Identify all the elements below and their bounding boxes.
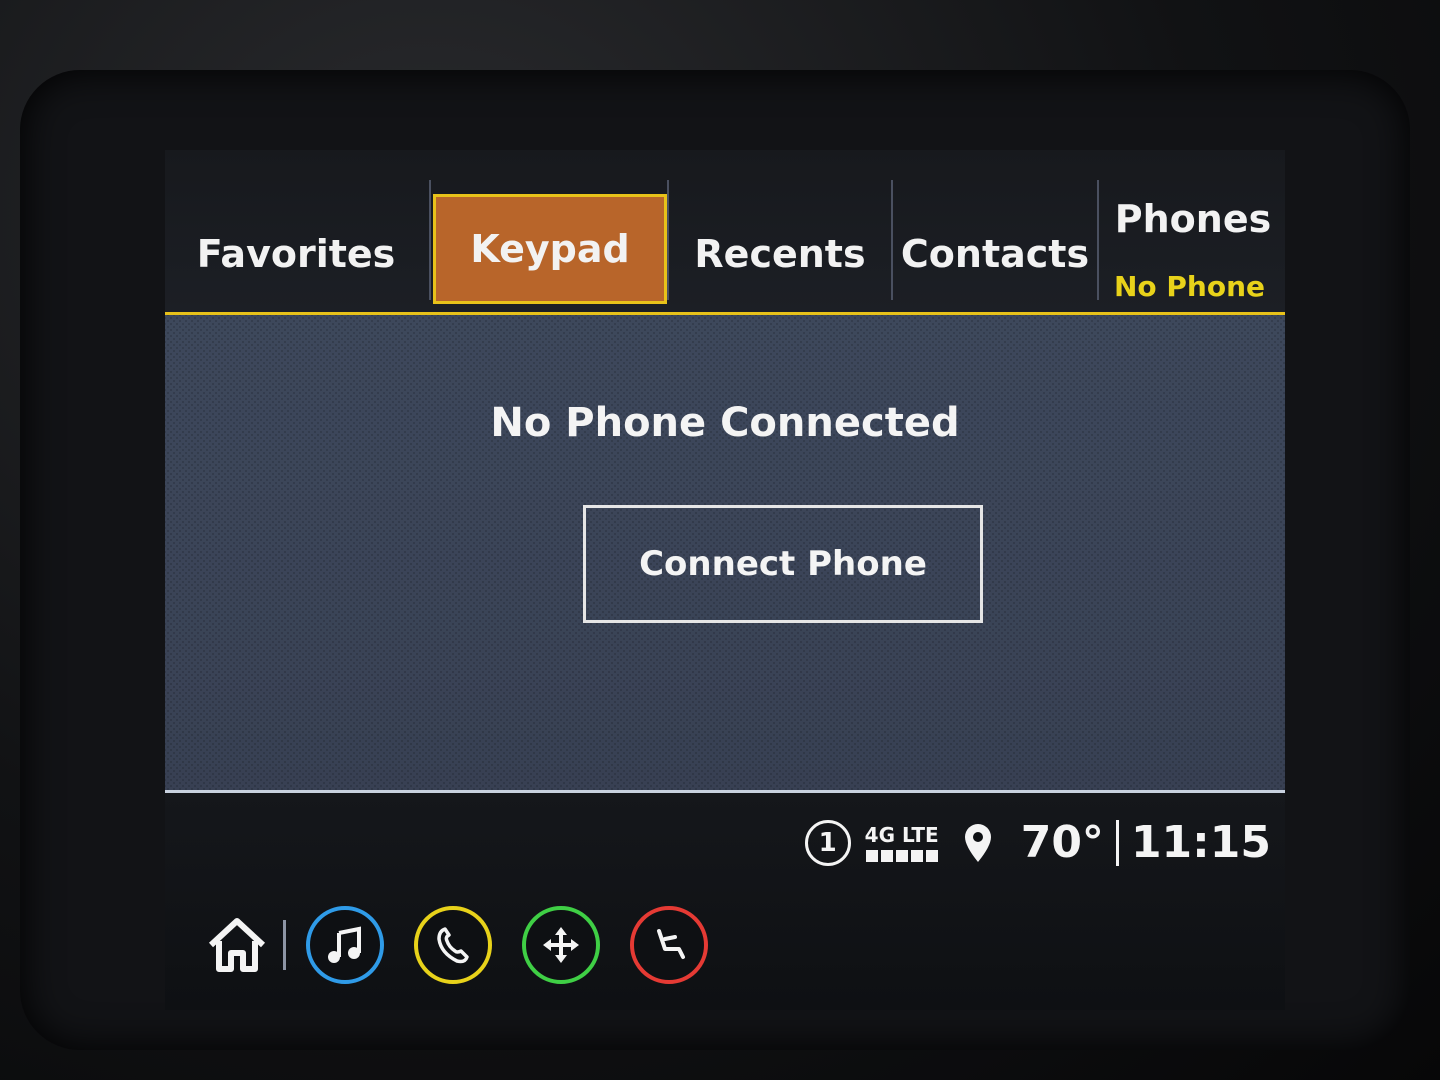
tab-phones[interactable]: Phones — [1101, 174, 1285, 264]
tab-recents[interactable]: Recents — [671, 208, 889, 300]
tab-separator — [429, 180, 431, 300]
tab-keypad[interactable]: Keypad — [433, 194, 667, 304]
tab-favorites[interactable]: Favorites — [165, 208, 427, 300]
dock-separator — [283, 920, 286, 970]
outside-temperature: 70° — [1020, 817, 1104, 868]
no-phone-message: No Phone Connected — [490, 400, 960, 446]
notification-count-badge[interactable]: 1 — [804, 819, 851, 866]
location-pin-icon — [964, 823, 991, 862]
navigation-icon — [543, 927, 579, 963]
navigation-app-button[interactable] — [522, 906, 600, 984]
home-icon[interactable] — [205, 915, 269, 975]
music-icon — [328, 926, 361, 963]
app-dock — [205, 906, 738, 984]
tab-separator — [1097, 180, 1099, 300]
signal-strength-icon — [865, 850, 938, 862]
status-separator — [1115, 819, 1119, 866]
phone-icon — [437, 927, 469, 964]
tab-separator — [667, 180, 669, 300]
connect-phone-button[interactable]: Connect Phone — [583, 505, 983, 623]
climate-seat-icon — [657, 929, 685, 959]
phone-tab-bar: Favorites Keypad Recents Contacts Phones… — [165, 150, 1285, 315]
clock: 11:15 — [1130, 817, 1271, 868]
phone-app-button[interactable] — [414, 906, 492, 984]
infotainment-screen: Favorites Keypad Recents Contacts Phones… — [165, 150, 1285, 1010]
audio-app-button[interactable] — [306, 906, 384, 984]
status-indicators: 1 4G LTE 70° 11:15 — [804, 817, 1271, 868]
network-indicator: 4G LTE — [865, 823, 939, 862]
tab-separator — [891, 180, 893, 300]
bottom-status-bar: 1 4G LTE 70° 11:15 — [165, 793, 1285, 1010]
climate-app-button[interactable] — [630, 906, 708, 984]
phone-status-label: No Phone — [1113, 270, 1265, 303]
tab-contacts[interactable]: Contacts — [895, 208, 1095, 300]
network-type-label: 4G LTE — [864, 823, 939, 847]
